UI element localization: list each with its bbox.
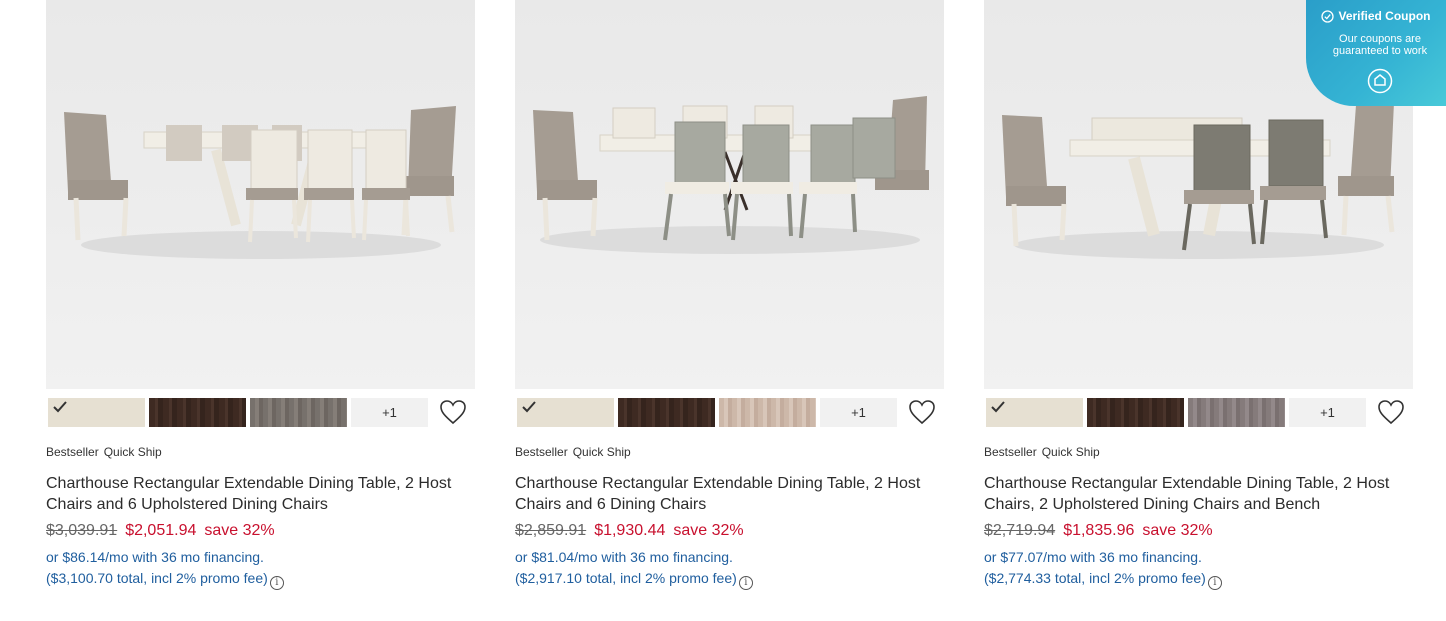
coupon-heading: Verified Coupon [1306, 9, 1446, 23]
badge-quick-ship: Quick Ship [103, 445, 162, 459]
coupon-title: Verified Coupon [1338, 9, 1431, 23]
swatch-white[interactable] [517, 397, 614, 427]
swatch-white[interactable] [48, 397, 145, 427]
badge-quick-ship: Quick Ship [1041, 445, 1100, 459]
price-row: $2,859.91 $1,930.44 save 32% [515, 522, 944, 540]
sale-price: $1,930.44 [594, 522, 666, 539]
swatch-dark-brown[interactable] [1087, 397, 1184, 427]
info-icon[interactable]: i [269, 576, 284, 590]
product-grid: +1 Bestseller Quick Ship Charthouse Rect… [46, 0, 1413, 590]
dining-set-illustration [533, 96, 929, 254]
financing-total: ($3,100.70 total, incl 2% promo fee) [46, 570, 268, 586]
badges: Bestseller Quick Ship [46, 445, 475, 459]
product-title[interactable]: Charthouse Rectangular Extendable Dining… [515, 473, 944, 515]
check-icon [991, 400, 1005, 412]
swatch-grey[interactable] [1188, 397, 1285, 427]
check-circle-icon [1321, 9, 1335, 23]
financing-total: ($2,774.33 total, incl 2% promo fee) [984, 570, 1206, 586]
heart-icon[interactable] [908, 399, 936, 425]
product-title[interactable]: Charthouse Rectangular Extendable Dining… [46, 473, 475, 515]
check-icon [522, 400, 536, 412]
swatch-grey[interactable] [250, 397, 347, 427]
financing-info: or $86.14/mo with 36 mo financing. ($3,1… [46, 547, 475, 590]
heart-icon[interactable] [439, 399, 467, 425]
info-icon[interactable]: i [738, 576, 753, 590]
badge-quick-ship: Quick Ship [572, 445, 631, 459]
heart-icon[interactable] [1377, 399, 1405, 425]
sale-price: $1,835.96 [1063, 522, 1135, 539]
financing-total: ($2,917.10 total, incl 2% promo fee) [515, 570, 737, 586]
financing-monthly: or $77.07/mo with 36 mo financing. [984, 549, 1202, 565]
more-swatches-button[interactable]: +1 [820, 397, 897, 427]
dining-set-illustration [64, 106, 456, 259]
badges: Bestseller Quick Ship [515, 445, 944, 459]
product-image[interactable] [46, 0, 475, 389]
more-swatches-button[interactable]: +1 [351, 397, 428, 427]
color-swatches: +1 [46, 397, 475, 427]
badges: Bestseller Quick Ship [984, 445, 1413, 459]
original-price: $2,859.91 [515, 522, 587, 539]
product-card[interactable]: +1 Bestseller Quick Ship Charthouse Rect… [515, 0, 944, 590]
product-card[interactable]: +1 Bestseller Quick Ship Charthouse Rect… [46, 0, 475, 590]
badge-bestseller: Bestseller [46, 445, 99, 459]
swatch-light-oak[interactable] [719, 397, 816, 427]
more-swatches-button[interactable]: +1 [1289, 397, 1366, 427]
original-price: $2,719.94 [984, 522, 1056, 539]
swatch-dark-brown[interactable] [149, 397, 246, 427]
product-image[interactable] [515, 0, 944, 389]
badge-bestseller: Bestseller [984, 445, 1037, 459]
color-swatches: +1 [984, 397, 1413, 427]
savings-label: save 32% [204, 522, 275, 539]
savings-label: save 32% [673, 522, 744, 539]
financing-info: or $81.04/mo with 36 mo financing. ($2,9… [515, 547, 944, 590]
badge-bestseller: Bestseller [515, 445, 568, 459]
original-price: $3,039.91 [46, 522, 118, 539]
price-row: $2,719.94 $1,835.96 save 32% [984, 522, 1413, 540]
sale-price: $2,051.94 [125, 522, 197, 539]
financing-monthly: or $86.14/mo with 36 mo financing. [46, 549, 264, 565]
swatch-white[interactable] [986, 397, 1083, 427]
info-icon[interactable]: i [1207, 576, 1222, 590]
color-swatches: +1 [515, 397, 944, 427]
product-title[interactable]: Charthouse Rectangular Extendable Dining… [984, 473, 1413, 515]
coupon-logo-icon [1367, 68, 1393, 94]
check-icon [53, 400, 67, 412]
verified-coupon-badge[interactable]: Verified Coupon Our coupons are guarante… [1306, 0, 1446, 106]
coupon-subtitle: Our coupons are guaranteed to work [1332, 33, 1428, 57]
financing-monthly: or $81.04/mo with 36 mo financing. [515, 549, 733, 565]
savings-label: save 32% [1142, 522, 1213, 539]
swatch-dark-brown[interactable] [618, 397, 715, 427]
financing-info: or $77.07/mo with 36 mo financing. ($2,7… [984, 547, 1413, 590]
price-row: $3,039.91 $2,051.94 save 32% [46, 522, 475, 540]
